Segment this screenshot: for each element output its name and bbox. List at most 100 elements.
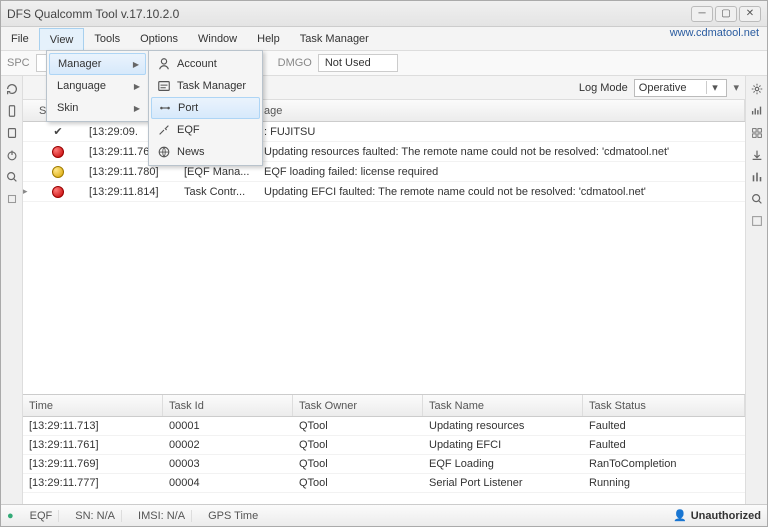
error-icon [52, 186, 64, 198]
menu-help[interactable]: Help [247, 27, 290, 50]
status-sn: SN: N/A [69, 510, 122, 522]
minimize-button[interactable]: ─ [691, 6, 713, 22]
submenu-label: EQF [177, 124, 200, 136]
submenu-account[interactable]: Account [151, 53, 260, 75]
cell-id: 00002 [163, 439, 293, 451]
chevron-right-icon: ▶ [134, 82, 140, 91]
task-header-row: Time Task Id Task Owner Task Name Task S… [23, 395, 745, 417]
menu-view[interactable]: View [39, 28, 85, 50]
status-bar: ● EQF SN: N/A IMSI: N/A GPS Time 👤Unauth… [1, 504, 767, 526]
user-icon: 👤 [673, 510, 687, 522]
menu-window[interactable]: Window [188, 27, 247, 50]
check-icon: ✔ [53, 125, 62, 138]
error-icon [52, 146, 64, 158]
equalizer-icon[interactable] [750, 170, 764, 184]
dropdown-extra-icon[interactable]: ▾ [733, 81, 739, 94]
submenu-eqf[interactable]: EQF [151, 119, 260, 141]
close-button[interactable]: ✕ [739, 6, 761, 22]
submenu-label: Port [178, 102, 198, 114]
status-gps: GPS Time [202, 510, 264, 522]
cell-message: EQF loading failed: license required [258, 166, 745, 178]
submenu-skin[interactable]: Skin▶ [49, 97, 146, 119]
log-row[interactable]: [13:29:11.780][EQF Mana...EQF loading fa… [23, 162, 745, 182]
panel-icon[interactable] [750, 214, 764, 228]
cell-time: [13:29:11.777] [23, 477, 163, 489]
col-time[interactable]: Time [23, 395, 163, 416]
submenu-task-manager[interactable]: Task Manager [151, 75, 260, 97]
log-row[interactable]: ✔[13:29:09.: FUJITSU [23, 122, 745, 142]
log-row[interactable]: ▸[13:29:11.814]Task Contr...Updating EFC… [23, 182, 745, 202]
manager-submenu: Account Task Manager Port EQF News [148, 50, 263, 166]
row-pointer: ▸ [23, 186, 33, 197]
cell-status [33, 166, 83, 178]
submenu-port[interactable]: Port [151, 97, 260, 119]
bars-icon[interactable] [750, 104, 764, 118]
cell-name: Updating resources [423, 420, 583, 432]
col-task-name[interactable]: Task Name [423, 395, 583, 416]
menu-task-manager[interactable]: Task Manager [290, 27, 379, 50]
power-icon[interactable] [5, 148, 19, 162]
log-row[interactable]: [13:29:11.762]Task Contr...Updating reso… [23, 142, 745, 162]
zoom-icon[interactable] [750, 192, 764, 206]
maximize-button[interactable]: ▢ [715, 6, 737, 22]
cell-status: ✔ [33, 125, 83, 138]
refresh-icon[interactable] [5, 82, 19, 96]
col-task-status[interactable]: Task Status [583, 395, 745, 416]
cell-name: EQF Loading [423, 458, 583, 470]
tools-icon [157, 123, 171, 137]
title-bar[interactable]: DFS Qualcomm Tool v.17.10.2.0 ─ ▢ ✕ [1, 1, 767, 27]
warning-icon [52, 166, 64, 178]
log-table: Status Time age ✔[13:29:09.: FUJITSU[13:… [23, 100, 745, 394]
window-title: DFS Qualcomm Tool v.17.10.2.0 [7, 7, 691, 21]
cell-name: Updating EFCI [423, 439, 583, 451]
device-icon[interactable] [5, 126, 19, 140]
chevron-down-icon: ▾ [706, 81, 722, 94]
main-window: DFS Qualcomm Tool v.17.10.2.0 ─ ▢ ✕ File… [0, 0, 768, 527]
status-unauthorized: 👤 Unauthorized [673, 509, 761, 522]
search-icon[interactable] [5, 170, 19, 184]
unauth-label: Unauthorized [691, 510, 761, 522]
grid-icon[interactable] [750, 126, 764, 140]
cell-owner: QTool [293, 439, 423, 451]
gear-icon[interactable] [750, 82, 764, 96]
cell-task: [EQF Mana... [178, 166, 258, 178]
col-task-owner[interactable]: Task Owner [293, 395, 423, 416]
col-message[interactable]: age [258, 100, 745, 121]
spc-label: SPC [7, 57, 30, 69]
task-row[interactable]: [13:29:11.713]00001QToolUpdating resourc… [23, 417, 745, 436]
submenu-manager[interactable]: Manager▶ [49, 53, 146, 75]
log-mode-combo[interactable]: Operative▾ [634, 79, 728, 97]
cell-owner: QTool [293, 458, 423, 470]
task-row[interactable]: [13:29:11.769]00003QToolEQF LoadingRanTo… [23, 455, 745, 474]
dmgo-combo[interactable]: Not Used [318, 54, 398, 72]
cell-time: [13:29:11.769] [23, 458, 163, 470]
status-imsi: IMSI: N/A [132, 510, 192, 522]
download-icon[interactable] [750, 148, 764, 162]
submenu-news[interactable]: News [151, 141, 260, 163]
submenu-label: Account [177, 58, 217, 70]
header-url[interactable]: www.cdmatool.net [670, 27, 767, 50]
generic-icon[interactable] [5, 192, 19, 206]
cell-time: [13:29:11.814] [83, 186, 178, 198]
left-toolbar [1, 76, 23, 504]
content-area: Log Mode Operative▾ ▾ Status Time age ✔[… [1, 76, 767, 504]
cell-id: 00003 [163, 458, 293, 470]
status-eqf: EQF [24, 510, 60, 522]
main-panel: Log Mode Operative▾ ▾ Status Time age ✔[… [23, 76, 745, 504]
menu-tools[interactable]: Tools [84, 27, 130, 50]
col-task-id[interactable]: Task Id [163, 395, 293, 416]
menu-bar: File View Tools Options Window Help Task… [1, 27, 767, 51]
task-row[interactable]: [13:29:11.777]00004QToolSerial Port List… [23, 474, 745, 493]
port-icon [158, 101, 172, 115]
task-icon [157, 79, 171, 93]
cell-status: RanToCompletion [583, 458, 745, 470]
task-row[interactable]: [13:29:11.761]00002QToolUpdating EFCIFau… [23, 436, 745, 455]
cell-status: Faulted [583, 439, 745, 451]
menu-file[interactable]: File [1, 27, 39, 50]
submenu-label: Skin [57, 102, 78, 114]
submenu-language[interactable]: Language▶ [49, 75, 146, 97]
phone-icon[interactable] [5, 104, 19, 118]
menu-options[interactable]: Options [130, 27, 188, 50]
person-icon [157, 57, 171, 71]
cell-time: [13:29:11.780] [83, 166, 178, 178]
